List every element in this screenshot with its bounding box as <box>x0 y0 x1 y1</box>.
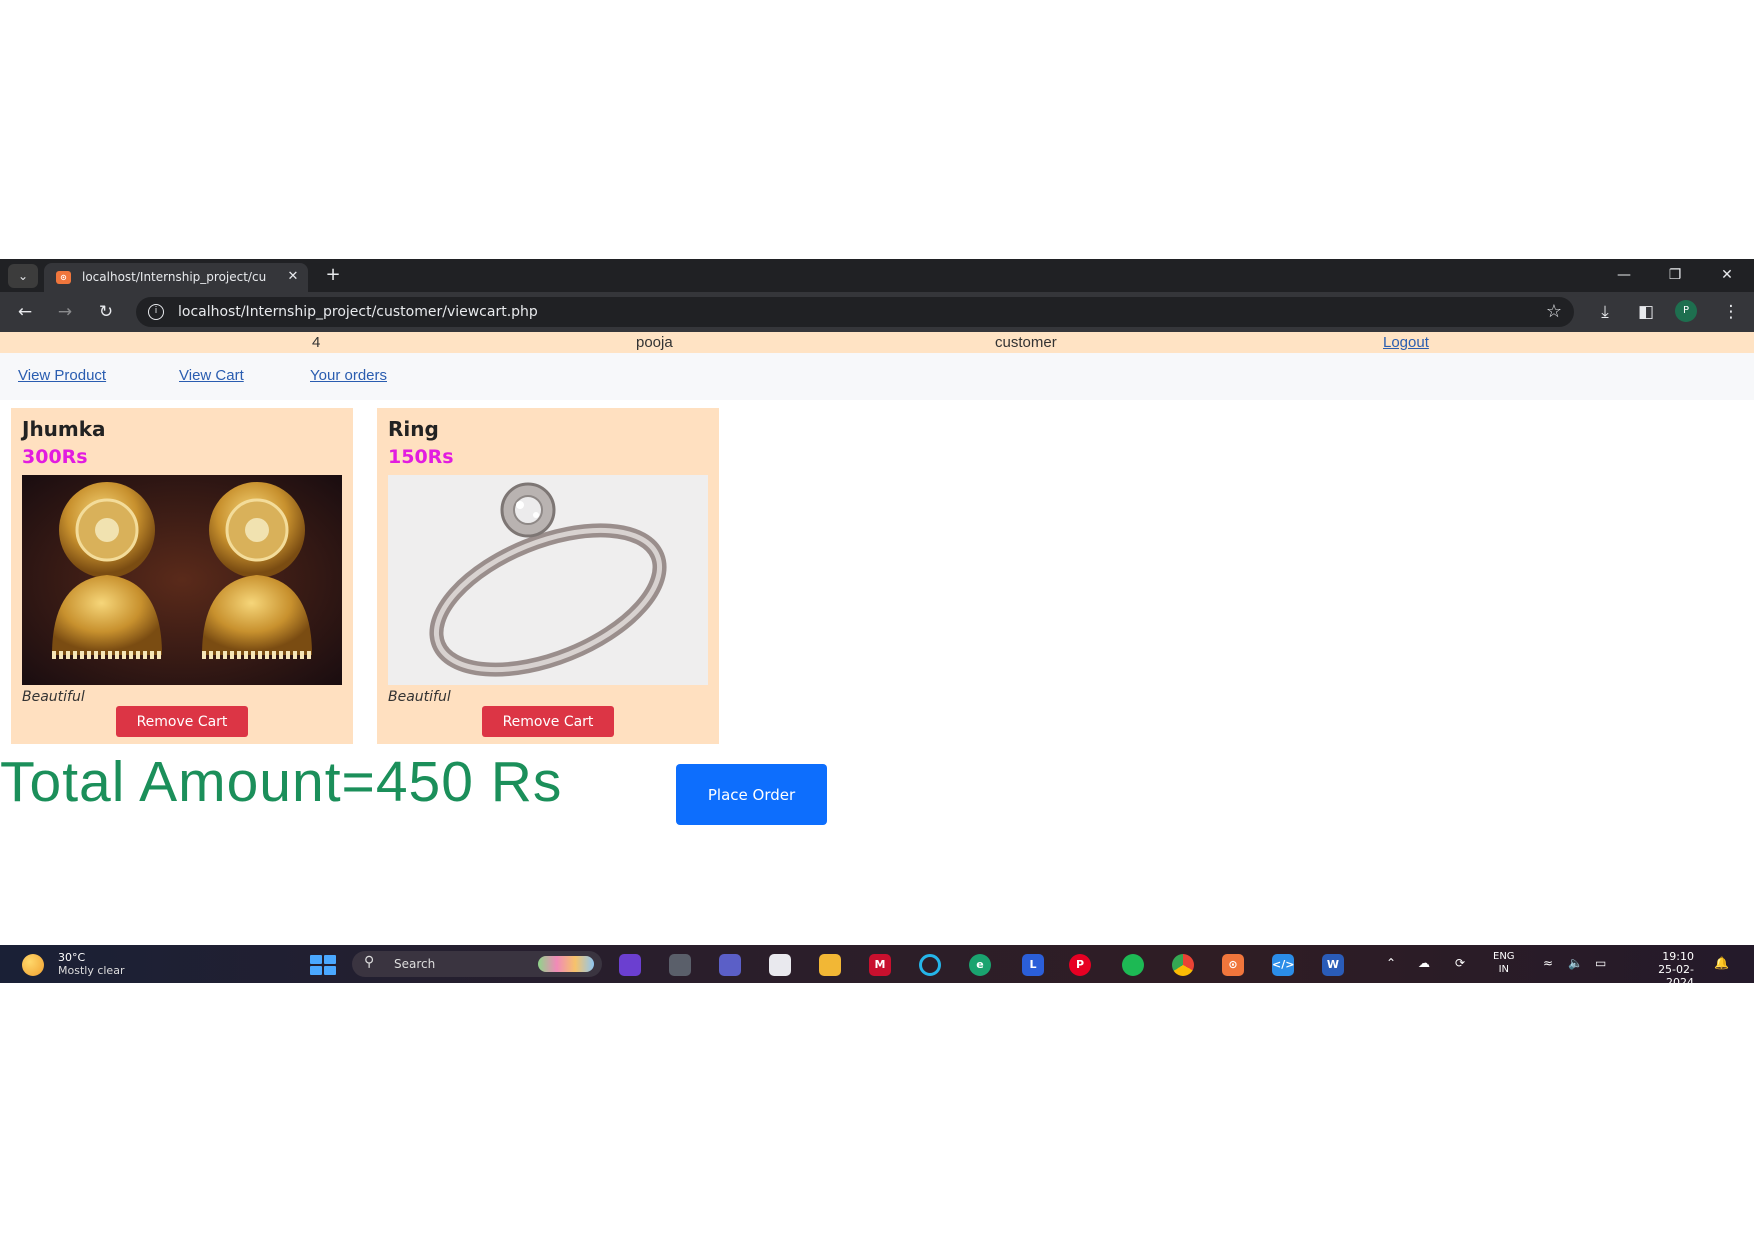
address-url[interactable]: localhost/Internship_project/customer/vi… <box>178 304 538 320</box>
browser-toolbar: ← → ↻ i localhost/Internship_project/cus… <box>0 292 1754 332</box>
cart-item-card: Ring 150Rs Beautiful Remove Cart <box>377 408 719 744</box>
more-vert-icon[interactable]: ⋮ <box>1718 300 1744 324</box>
forward-arrow-icon[interactable]: → <box>52 300 78 324</box>
product-price: 150Rs <box>388 446 454 468</box>
language-code: ENG <box>1493 951 1515 962</box>
battery-icon[interactable]: ▭ <box>1595 956 1606 970</box>
mcafee-icon[interactable]: M <box>869 954 891 976</box>
download-icon[interactable]: ⤓ <box>1592 300 1618 324</box>
store-icon[interactable] <box>769 954 791 976</box>
linkedin-icon[interactable]: L <box>1022 954 1044 976</box>
windows-start-icon[interactable] <box>310 955 336 975</box>
taskbar-search-label: Search <box>394 957 436 971</box>
notification-bell-icon[interactable]: 🔔 <box>1714 956 1729 970</box>
clock-date: 25-02-2024 <box>1658 963 1694 983</box>
meet-icon[interactable] <box>719 954 741 976</box>
total-amount: Total Amount=450 Rs <box>0 750 563 814</box>
nav-bar: View Product View Cart Your orders <box>0 353 1754 400</box>
nav-view-cart[interactable]: View Cart <box>179 367 244 384</box>
minimize-icon[interactable]: — <box>1609 263 1639 287</box>
cloud-icon[interactable]: ☁ <box>1418 956 1430 970</box>
profile-avatar[interactable]: P <box>1675 300 1697 322</box>
tab-list-button[interactable]: ⌄ <box>8 264 38 288</box>
product-description: Beautiful <box>388 689 451 705</box>
search-icon: ⚲ <box>364 954 375 970</box>
product-image-jhumka <box>22 475 342 685</box>
close-window-icon[interactable]: ✕ <box>1712 263 1742 287</box>
nav-view-product[interactable]: View Product <box>18 367 106 384</box>
remove-cart-button[interactable]: Remove Cart <box>116 706 248 737</box>
system-clock[interactable]: 19:10 25-02-2024 <box>1632 950 1694 983</box>
place-order-button[interactable]: Place Order <box>676 764 827 825</box>
language-region: IN <box>1498 964 1509 975</box>
product-price: 300Rs <box>22 446 88 468</box>
cortana-icon[interactable] <box>919 954 941 976</box>
chrome-icon[interactable] <box>1172 954 1194 976</box>
chevron-up-icon[interactable]: ⌃ <box>1386 956 1396 970</box>
wifi-icon[interactable]: ≈ <box>1543 956 1553 970</box>
product-image-ring <box>388 475 708 685</box>
new-tab-icon[interactable]: + <box>322 264 344 286</box>
clock-time: 19:10 <box>1662 950 1694 963</box>
screenshot-frame: ⌄ ⊙ localhost/Internship_project/cu ✕ + … <box>0 259 1754 983</box>
weather-condition[interactable]: Mostly clear <box>58 964 124 977</box>
logout-link[interactable]: Logout <box>1383 334 1429 351</box>
reload-icon[interactable]: ↻ <box>93 300 119 324</box>
copilot-icon[interactable] <box>619 954 641 976</box>
xampp-icon[interactable]: ⊙ <box>1222 954 1244 976</box>
username: pooja <box>636 334 673 351</box>
taskbar-search[interactable]: ⚲ Search <box>352 951 602 977</box>
xampp-favicon-icon: ⊙ <box>56 271 71 284</box>
product-name: Ring <box>388 417 439 441</box>
tab-close-icon[interactable]: ✕ <box>284 268 302 286</box>
user-info-bar: 4 pooja customer Logout <box>0 332 1754 353</box>
product-name: Jhumka <box>22 417 106 441</box>
weather-moon-icon[interactable] <box>22 954 44 976</box>
sync-icon[interactable]: ⟳ <box>1455 956 1465 970</box>
browser-tab-bar: ⌄ ⊙ localhost/Internship_project/cu ✕ + … <box>0 259 1754 292</box>
user-id: 4 <box>312 334 321 351</box>
address-bar[interactable]: i localhost/Internship_project/customer/… <box>136 297 1574 327</box>
pinterest-icon[interactable]: P <box>1069 954 1091 976</box>
side-panel-icon[interactable]: ◧ <box>1633 300 1659 324</box>
word-icon[interactable]: W <box>1322 954 1344 976</box>
chevron-down-icon: ⌄ <box>17 269 29 283</box>
nav-your-orders[interactable]: Your orders <box>310 367 387 384</box>
remove-cart-button[interactable]: Remove Cart <box>482 706 614 737</box>
back-arrow-icon[interactable]: ← <box>12 300 38 324</box>
restore-icon[interactable]: ❐ <box>1660 263 1690 287</box>
file-explorer-icon[interactable] <box>819 954 841 976</box>
info-icon[interactable]: i <box>148 304 164 320</box>
speaker-icon[interactable]: 🔈 <box>1568 956 1583 970</box>
windows-taskbar: 30°C Mostly clear ⚲ Search M e L P ⊙ </>… <box>0 945 1754 983</box>
weather-temperature[interactable]: 30°C <box>58 951 85 964</box>
search-highlight-icon <box>538 956 594 972</box>
star-icon[interactable]: ☆ <box>1546 300 1562 324</box>
language-indicator[interactable]: ENG IN <box>1493 950 1515 976</box>
tab-title: localhost/Internship_project/cu <box>82 270 267 284</box>
user-role: customer <box>995 334 1057 351</box>
product-description: Beautiful <box>22 689 85 705</box>
task-view-icon[interactable] <box>669 954 691 976</box>
cart-item-card: Jhumka 300Rs Beautiful Remove Cart <box>11 408 353 744</box>
edge-icon[interactable]: e <box>969 954 991 976</box>
spotify-icon[interactable] <box>1122 954 1144 976</box>
vscode-icon[interactable]: </> <box>1272 954 1294 976</box>
browser-tab[interactable]: ⊙ localhost/Internship_project/cu ✕ <box>44 263 308 292</box>
